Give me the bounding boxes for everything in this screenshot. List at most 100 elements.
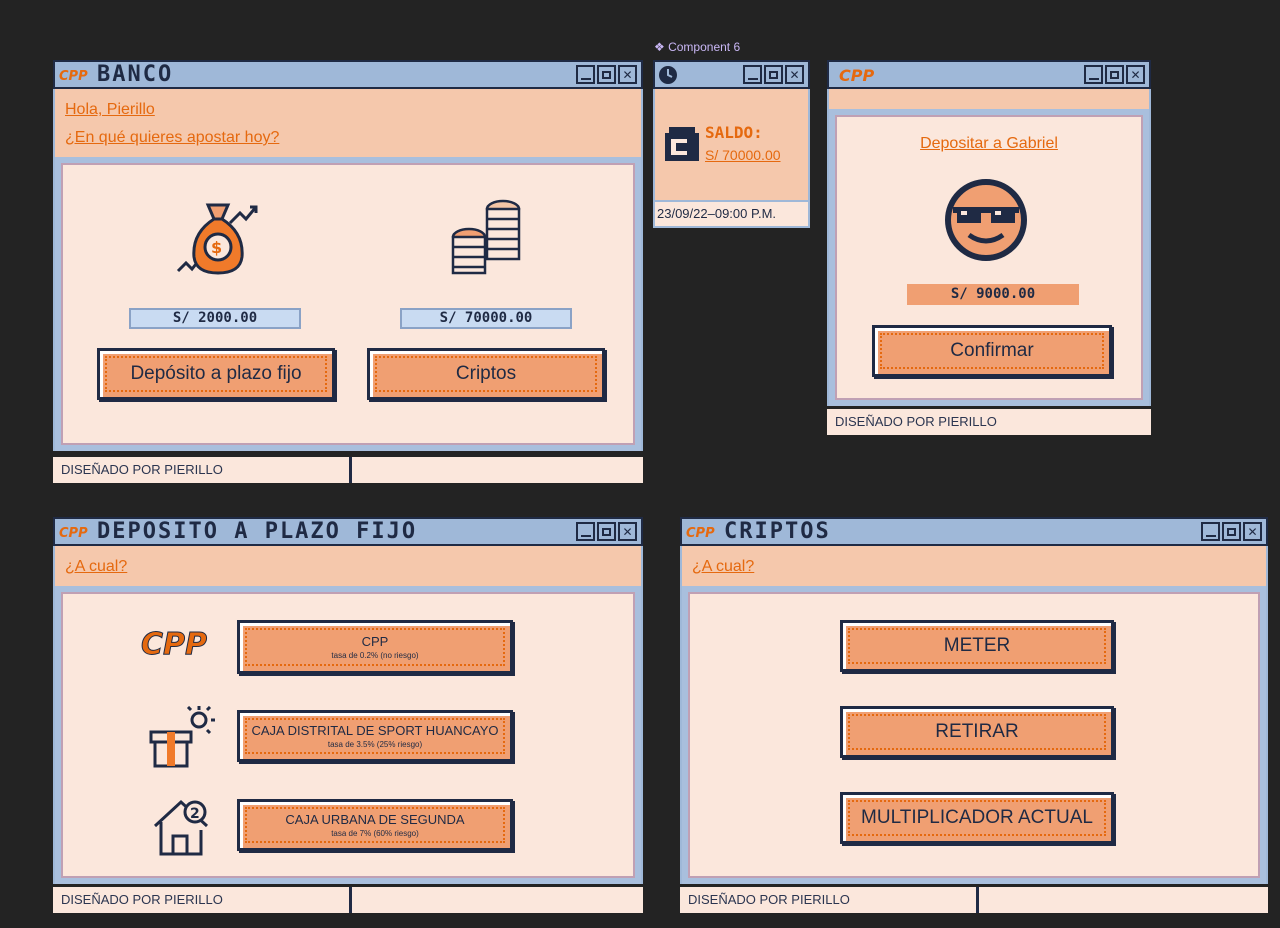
house-icon: 2	[153, 799, 209, 856]
close-icon: ✕	[1130, 67, 1141, 82]
confirm-button-label: Confirmar	[950, 340, 1034, 361]
content-frame: METER RETIRAR MULTIPLICADOR ACTUAL	[680, 586, 1268, 884]
svg-text:CPP: CPP	[59, 69, 88, 84]
meter-button[interactable]: METER	[840, 620, 1114, 672]
option-name: CPP	[361, 634, 389, 649]
saldo-window: ✕ SALDO: S/ 70000.00 23/09/22–09:00 P.M.	[653, 60, 810, 228]
option-name: CAJA URBANA DE SEGUNDA	[285, 812, 465, 827]
banco-window: CPP BANCO ✕ Hola, Pierillo ¿En qué quier…	[53, 60, 643, 485]
wallet-icon	[665, 127, 699, 161]
content-panel: $ S/ 2000.00 S/ 70000.00 Depósito a plaz…	[61, 163, 635, 445]
option-rate: tasa de 0.2% (no riesgo)	[331, 651, 419, 660]
minimize-button[interactable]	[1201, 522, 1220, 541]
content-frame: CPP 2 CPP tasa de 0.2% (no riesgo) CAJA …	[53, 586, 643, 884]
criptos-window: CPP CRIPTOS ✕ ¿A cual? METER RETIRAR MUL…	[680, 517, 1268, 915]
deposit-amount: S/ 2000.00	[129, 308, 301, 329]
confirm-button[interactable]: Confirmar	[872, 325, 1112, 377]
transfer-window: CPP ✕ Depositar a Gabriel S/ 9000.00 Con…	[827, 60, 1151, 435]
footer-credit: DISEÑADO POR PIERILLO	[53, 887, 349, 913]
component-label: ❖ Component 6	[654, 40, 741, 54]
content-frame: Depositar a Gabriel S/ 9000.00 Confirmar	[827, 109, 1151, 406]
question-link[interactable]: ¿A cual?	[692, 558, 754, 576]
svg-text:CPP: CPP	[141, 627, 207, 660]
retirar-button-label: RETIRAR	[935, 721, 1019, 742]
minimize-button[interactable]	[576, 522, 595, 541]
question-band: ¿A cual?	[53, 546, 643, 586]
close-button[interactable]: ✕	[1126, 65, 1145, 84]
crypto-button-label: Criptos	[455, 363, 517, 384]
svg-text:CPP: CPP	[59, 526, 88, 541]
footer-status	[979, 887, 1268, 913]
avatar-sunglasses-icon	[945, 179, 1027, 261]
greeting-link[interactable]: Hola, Pierillo	[65, 101, 155, 119]
footer-status	[352, 457, 643, 483]
crypto-amount: S/ 70000.00	[400, 308, 572, 329]
close-icon: ✕	[1247, 524, 1258, 539]
close-button[interactable]: ✕	[1243, 522, 1262, 541]
footer-credit: DISEÑADO POR PIERILLO	[827, 409, 1151, 435]
criptos-titlebar[interactable]: CPP CRIPTOS ✕	[680, 517, 1268, 546]
minimize-button[interactable]	[1084, 65, 1103, 84]
cpp-logo-icon: CPP	[59, 526, 88, 541]
deposit-button-label: Depósito a plazo fijo	[130, 363, 302, 384]
banco-titlebar[interactable]: CPP BANCO ✕	[53, 60, 643, 89]
gift-sun-icon	[149, 706, 215, 768]
close-icon: ✕	[622, 67, 633, 82]
footer-credit: DISEÑADO POR PIERILLO	[53, 457, 349, 483]
svg-text:CPP: CPP	[686, 526, 715, 541]
question-link[interactable]: ¿A cual?	[65, 558, 127, 576]
footer-credit: DISEÑADO POR PIERILLO	[680, 887, 976, 913]
multiplicador-button[interactable]: MULTIPLICADOR ACTUAL	[840, 792, 1114, 844]
saldo-amount-link[interactable]: S/ 70000.00	[705, 147, 781, 163]
recipient-link[interactable]: Depositar a Gabriel	[837, 135, 1141, 153]
cpp-logo-icon: CPP	[59, 69, 88, 84]
content-panel: Depositar a Gabriel S/ 9000.00 Confirmar	[835, 115, 1143, 400]
option-name: CAJA DISTRITAL DE SPORT HUANCAYO	[251, 723, 499, 738]
transfer-amount: S/ 9000.00	[907, 284, 1079, 305]
option-cpp-button[interactable]: CPP tasa de 0.2% (no riesgo)	[237, 620, 513, 674]
content-panel: CPP 2 CPP tasa de 0.2% (no riesgo) CAJA …	[61, 592, 635, 878]
maximize-button[interactable]	[1105, 65, 1124, 84]
saldo-panel: SALDO: S/ 70000.00	[653, 89, 810, 200]
cpp-logo-icon: CPP	[686, 526, 715, 541]
maximize-button[interactable]	[1222, 522, 1241, 541]
option-caja-urbana-button[interactable]: CAJA URBANA DE SEGUNDA tasa de 7% (60% r…	[237, 799, 513, 851]
maximize-button[interactable]	[597, 522, 616, 541]
footer-status	[352, 887, 643, 913]
transfer-titlebar[interactable]: CPP ✕	[827, 60, 1151, 89]
retirar-button[interactable]: RETIRAR	[840, 706, 1114, 758]
clock-icon	[659, 66, 677, 84]
close-button[interactable]: ✕	[618, 65, 637, 84]
svg-text:2: 2	[190, 806, 200, 822]
option-caja-distrital-button[interactable]: CAJA DISTRITAL DE SPORT HUANCAYO tasa de…	[237, 710, 513, 762]
cpp-logo-icon: CPP	[141, 627, 208, 661]
close-button[interactable]: ✕	[785, 65, 804, 84]
greeting-band: Hola, Pierillo ¿En qué quieres apostar h…	[53, 89, 643, 157]
saldo-titlebar[interactable]: ✕	[653, 60, 810, 89]
saldo-label: SALDO:	[705, 123, 763, 142]
content-frame: $ S/ 2000.00 S/ 70000.00 Depósito a plaz…	[53, 157, 643, 451]
maximize-button[interactable]	[764, 65, 783, 84]
crypto-button[interactable]: Criptos	[367, 348, 605, 400]
window-title: DEPOSITO A PLAZO FIJO	[97, 519, 418, 544]
minimize-button[interactable]	[743, 65, 762, 84]
svg-text:$: $	[211, 238, 222, 257]
greeting-band	[827, 89, 1151, 109]
money-bag-icon: $	[176, 203, 258, 275]
deposit-button[interactable]: Depósito a plazo fijo	[97, 348, 335, 400]
question-band: ¿A cual?	[680, 546, 1268, 586]
option-rate: tasa de 3.5% (25% riesgo)	[327, 740, 423, 749]
close-icon: ✕	[789, 67, 800, 82]
saldo-datetime: 23/09/22–09:00 P.M.	[653, 200, 810, 228]
meter-button-label: METER	[943, 635, 1011, 656]
question-link[interactable]: ¿En qué quieres apostar hoy?	[65, 129, 279, 147]
maximize-button[interactable]	[597, 65, 616, 84]
plazo-window: CPP DEPOSITO A PLAZO FIJO ✕ ¿A cual? CPP	[53, 517, 643, 915]
window-title: BANCO	[97, 62, 174, 87]
option-rate: tasa de 7% (60% riesgo)	[331, 829, 419, 838]
multiplicador-button-label: MULTIPLICADOR ACTUAL	[861, 807, 1093, 828]
coins-icon	[451, 199, 521, 275]
close-button[interactable]: ✕	[618, 522, 637, 541]
minimize-button[interactable]	[576, 65, 595, 84]
plazo-titlebar[interactable]: CPP DEPOSITO A PLAZO FIJO ✕	[53, 517, 643, 546]
